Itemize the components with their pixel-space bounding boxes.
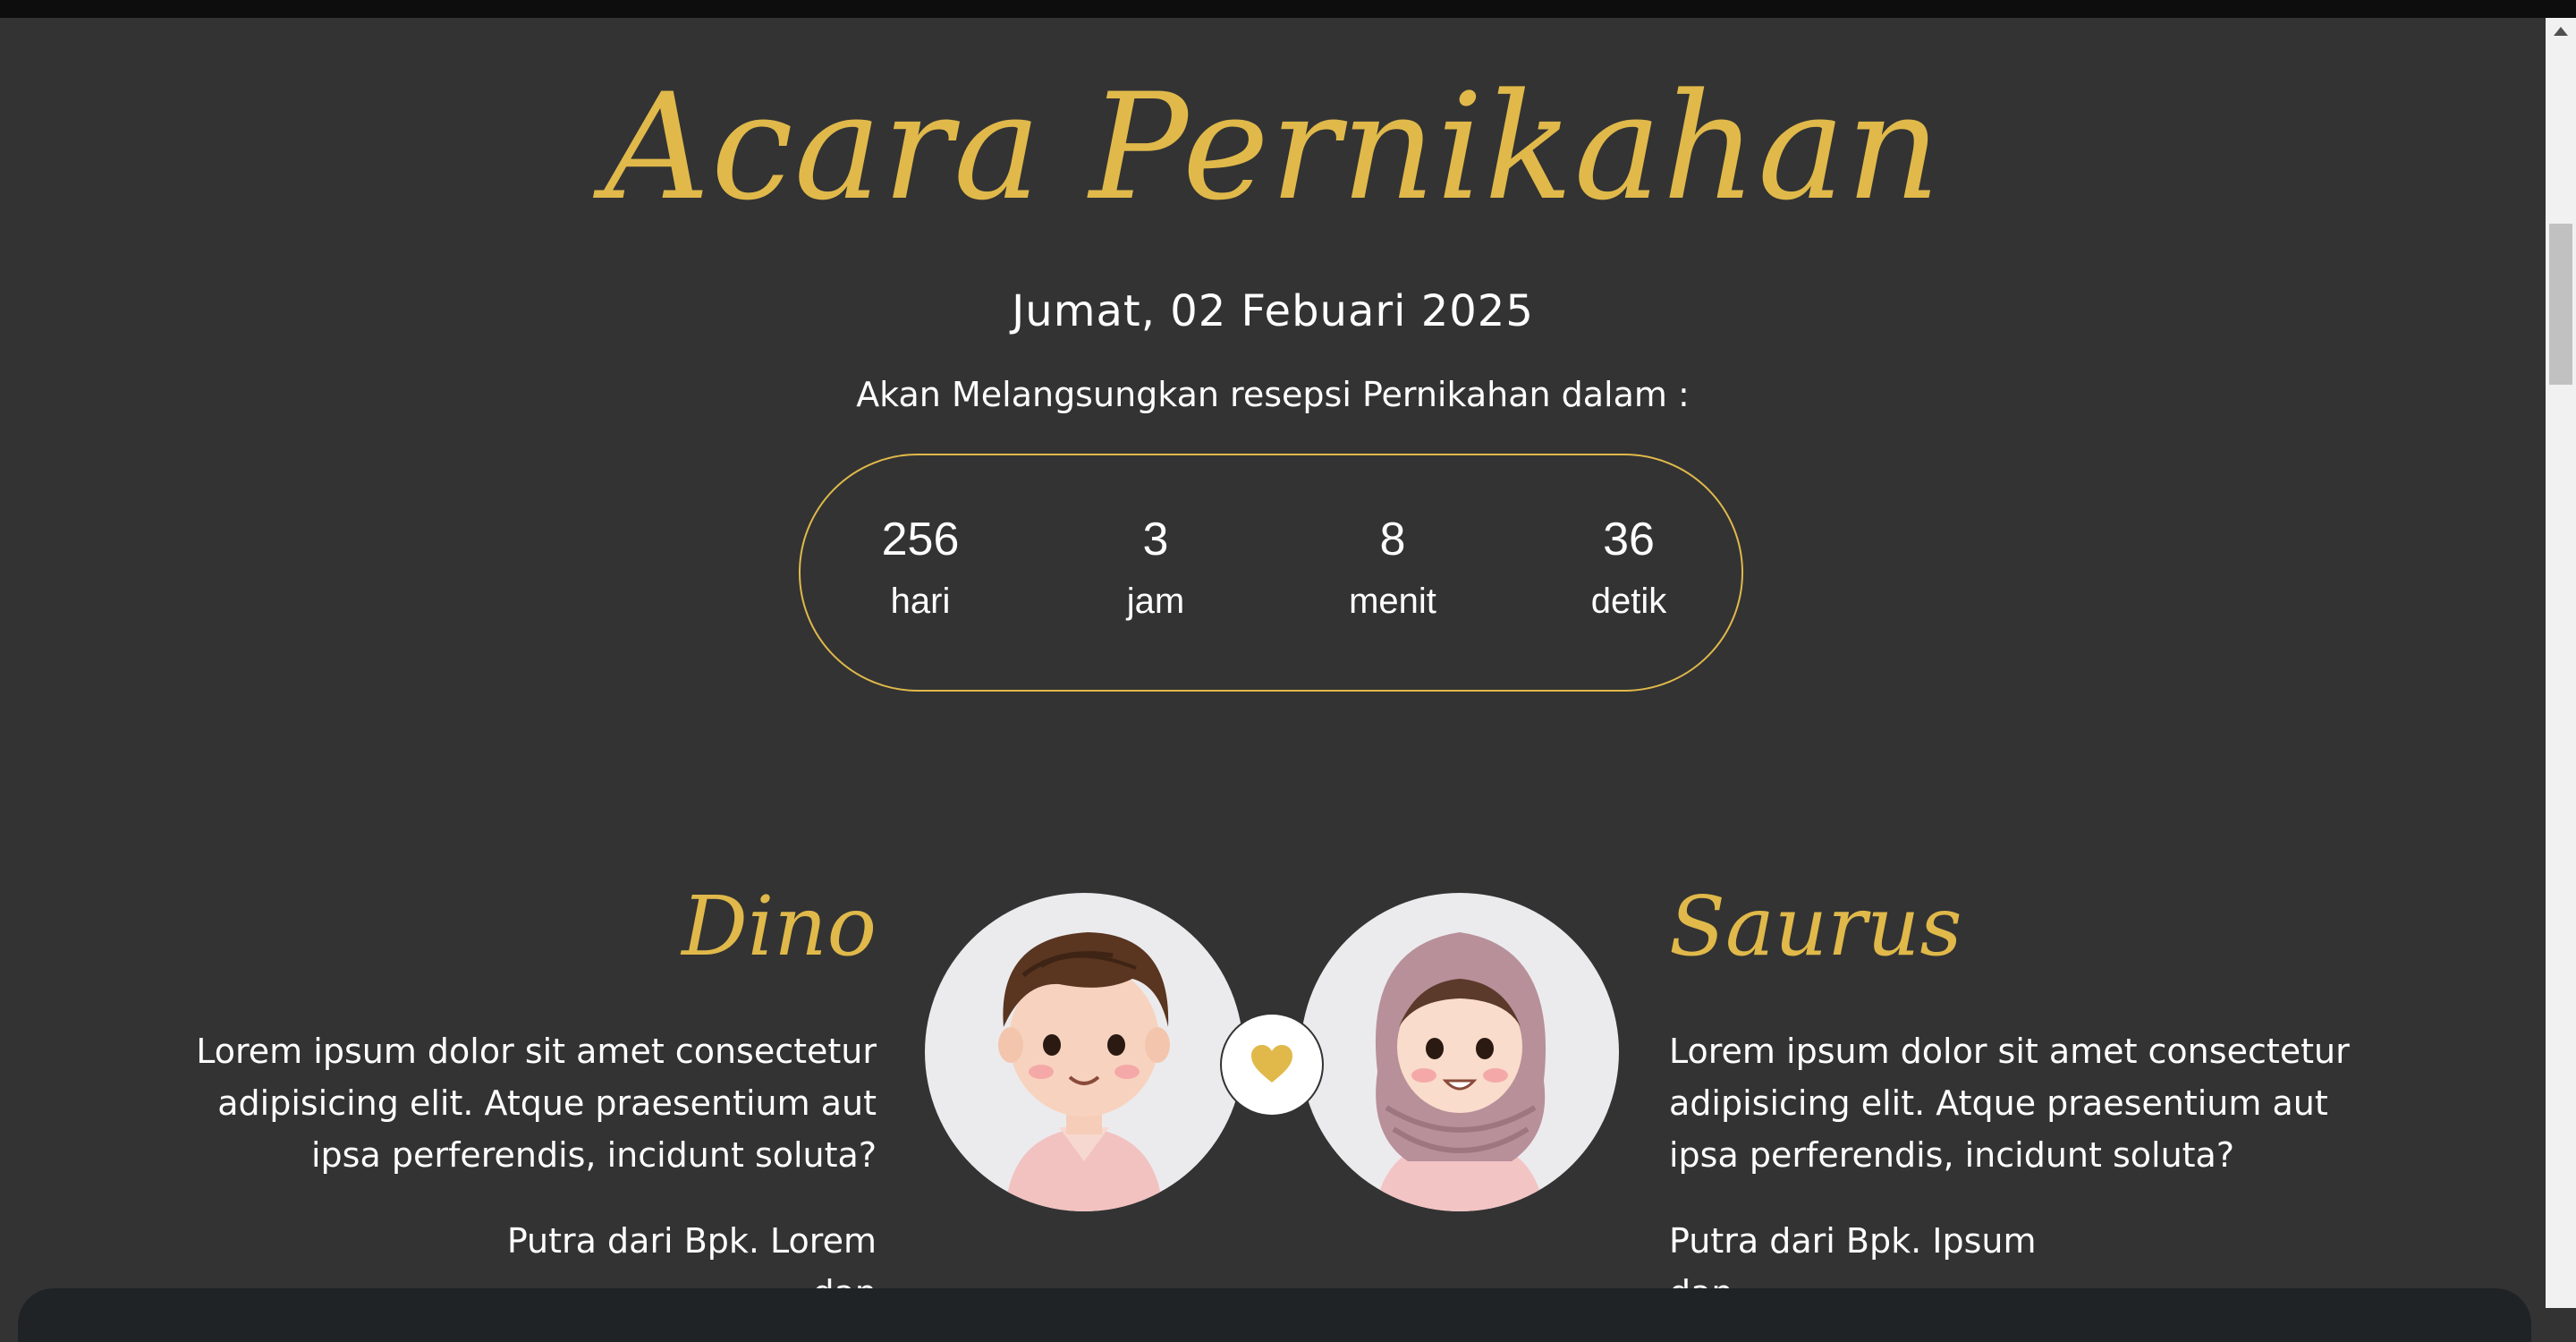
countdown-hours: 3 jam <box>1066 513 1245 624</box>
bride-bio: Lorem ipsum dolor sit amet consectetur a… <box>1669 1032 2350 1175</box>
countdown-label: menit <box>1349 582 1436 621</box>
countdown-minutes: 8 menit <box>1303 513 1482 624</box>
event-date: Jumat, 02 Febuari 2025 <box>1012 286 1534 336</box>
bride-name: Saurus <box>1669 879 1962 974</box>
countdown-days: 256 hari <box>831 513 1010 624</box>
groom-parents-line: Putra dari Bpk. Lorem <box>506 1221 877 1261</box>
groom-bio: Lorem ipsum dolor sit amet consectetur a… <box>196 1032 877 1175</box>
countdown-caption: Akan Melangsungkan resepsi Pernikahan da… <box>856 375 1690 414</box>
countdown-label: detik <box>1590 582 1667 621</box>
scroll-thumb[interactable] <box>2549 224 2572 385</box>
countdown-timer: 256 hari 3 jam 8 menit 36 detik <box>799 454 1743 692</box>
groom-portrait <box>925 893 1243 1211</box>
groom-name: Dino <box>682 879 877 974</box>
countdown-value: 8 <box>1379 514 1406 565</box>
heart-badge <box>1222 1015 1322 1115</box>
browser-top-bar <box>0 0 2576 18</box>
bride-portrait <box>1301 893 1619 1211</box>
countdown-label: hari <box>890 582 951 621</box>
countdown-label: jam <box>1126 582 1185 621</box>
page-scrollbar[interactable] <box>2546 18 2576 1308</box>
page-title: Acara Pernikahan <box>604 62 1942 233</box>
countdown-value: 3 <box>1142 514 1169 565</box>
bride-parents-line: Putra dari Bpk. Ipsum <box>1669 1221 2037 1261</box>
countdown-value: 36 <box>1603 514 1655 565</box>
heart-icon <box>1251 1045 1292 1083</box>
scroll-up-icon[interactable] <box>2554 27 2568 36</box>
countdown-seconds: 36 detik <box>1539 513 1718 624</box>
bottom-bar <box>18 1288 2531 1342</box>
countdown-value: 256 <box>881 514 960 565</box>
